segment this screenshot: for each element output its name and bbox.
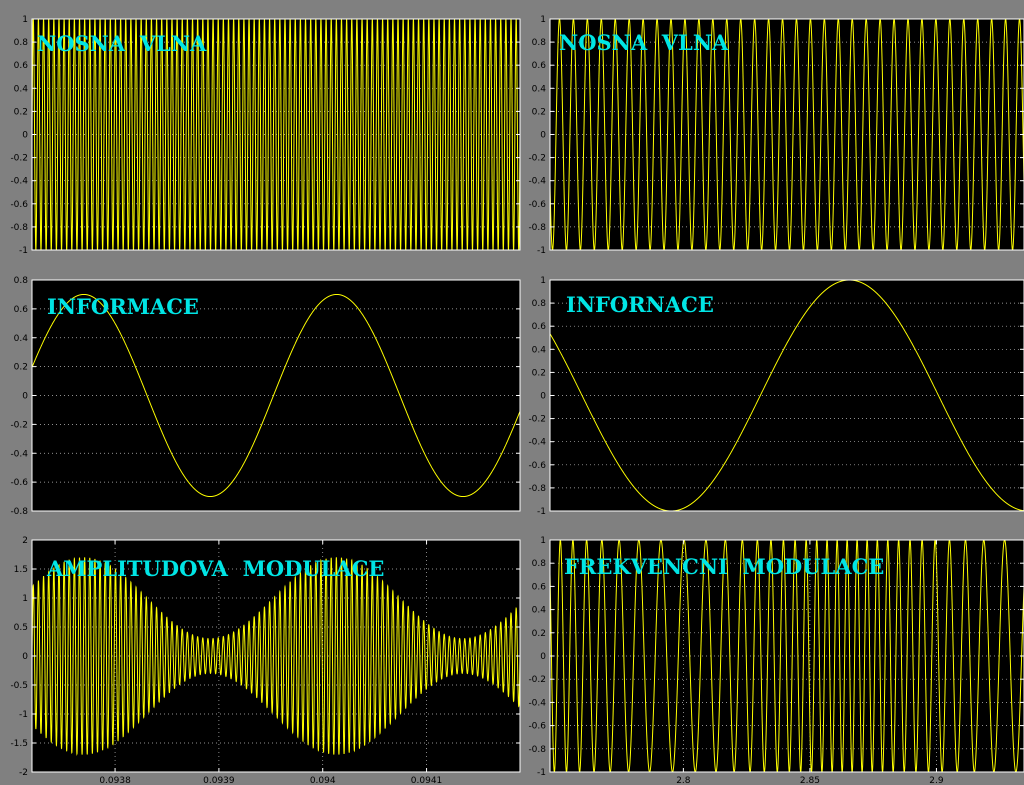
y-tick-label: -1: [537, 507, 546, 517]
x-tick-label: 2.9: [929, 776, 944, 785]
x-tick-label: 0.0941: [411, 776, 443, 785]
y-tick-label: 0: [22, 131, 28, 141]
y-tick-label: -0.8: [10, 223, 28, 233]
x-tick-label: 2.8: [676, 776, 691, 785]
y-tick-label: 0.6: [14, 61, 29, 71]
y-tick-label: 1: [540, 15, 546, 25]
y-tick-label: 0.8: [532, 299, 547, 309]
y-tick-label: 0: [22, 652, 28, 662]
x-tick-label: 2.85: [800, 776, 820, 785]
y-tick-label: -1: [537, 246, 546, 256]
y-tick-label: -0.4: [10, 449, 28, 459]
y-tick-label: 0.6: [532, 61, 547, 71]
x-tick-label: 0.0939: [203, 776, 235, 785]
y-tick-label: 1.5: [14, 565, 28, 575]
y-tick-label: 2: [22, 536, 28, 546]
y-tick-label: -0.2: [528, 415, 546, 425]
plot-title: FREKVENCNI MODULACE: [564, 554, 884, 579]
y-tick-label: 0.8: [14, 38, 29, 48]
y-tick-label: 0: [540, 131, 546, 141]
x-tick-label: 0.094: [310, 776, 336, 785]
y-tick-label: 0: [540, 652, 546, 662]
y-tick-label: -0.5: [10, 681, 28, 691]
y-tick-label: 0.2: [14, 363, 28, 373]
y-tick-label: -0.4: [10, 177, 28, 187]
plot-title: INFORMACE: [47, 294, 199, 319]
plot-amplitude-modulation: -2 -1.5 -1 -0.5 0 0.5 1 1.5 2 0.0938 0.0939 0.094 0.…: [10, 536, 521, 785]
y-tick-label: 0.5: [14, 623, 28, 633]
y-tick-label: 1: [22, 594, 28, 604]
y-tick-label: -1: [537, 768, 546, 778]
y-tick-label: 0.4: [532, 345, 547, 355]
x-tick-label: 0.0938: [99, 776, 131, 785]
plot-information-left: -0.8 -0.6 -0.4 -0.2 0 0.2 0.4 0.6 0.8 INFORMACE: [10, 276, 521, 517]
y-tick-label: 0.4: [532, 84, 547, 94]
y-tick-label: 0.8: [532, 38, 547, 48]
plot-carrier-right: -1 -0.8 -0.6 -0.4 -0.2 0 0.2 0.4 0.6 0.8 1 NOSNA VL…: [528, 15, 1024, 256]
y-tick-label: 0.2: [532, 629, 546, 639]
plot-title: NOSNA VLNA: [559, 30, 729, 55]
y-tick-label: 1: [540, 276, 546, 286]
y-tick-label: 0.6: [532, 582, 547, 592]
y-tick-label: -0.4: [528, 698, 546, 708]
plot-title: AMPLITUDOVA MODULACE: [46, 556, 384, 581]
y-tick-label: 0.2: [532, 107, 546, 117]
y-tick-label: -0.6: [528, 461, 546, 471]
y-tick-label: -0.2: [10, 420, 28, 430]
plot-title: NOSNA VLNA: [37, 31, 207, 56]
y-tick-label: 0.8: [532, 559, 547, 569]
y-tick-label: 1: [22, 15, 28, 25]
y-tick-label: -0.2: [528, 675, 546, 685]
y-tick-label: 0.4: [14, 84, 29, 94]
y-tick-label: -0.2: [10, 154, 28, 164]
y-tick-label: -1: [19, 246, 28, 256]
y-tick-label: -0.6: [528, 200, 546, 210]
y-tick-label: -0.4: [528, 438, 546, 448]
y-tick-label: -0.4: [528, 177, 546, 187]
y-tick-label: -0.6: [10, 200, 28, 210]
y-tick-label: -1: [19, 710, 28, 720]
y-tick-label: 0.8: [14, 276, 29, 286]
y-tick-label: 0: [22, 392, 28, 402]
plot-title: INFORNACE: [566, 292, 714, 317]
y-tick-label: 0.4: [14, 334, 29, 344]
y-tick-label: -1.5: [10, 739, 28, 749]
plot-frequency-modulation: -1 -0.8 -0.6 -0.4 -0.2 0 0.2 0.4 0.6 0.8 1 2.8 2.85 2…: [528, 536, 1024, 785]
plot-carrier-left: -1 -0.8 -0.6 -0.4 -0.2 0 0.2 0.4 0.6 0.8 1 NOSNA VL…: [10, 15, 521, 256]
y-tick-label: 0.6: [532, 322, 547, 332]
plot-information-right: -1 -0.8 -0.6 -0.4 -0.2 0 0.2 0.4 0.6 0.8 1 INFORNAC…: [528, 276, 1024, 517]
figure: -1 -0.8 -0.6 -0.4 -0.2 0 0.2 0.4 0.6 0.8 1 NOSNA VL…: [10, 15, 1024, 785]
y-tick-label: -0.8: [528, 745, 546, 755]
y-tick-label: 0.2: [532, 368, 546, 378]
y-tick-label: -0.6: [528, 722, 546, 732]
y-tick-label: 0.2: [14, 107, 28, 117]
y-tick-label: -0.8: [528, 484, 546, 494]
y-tick-label: 0.4: [532, 606, 547, 616]
y-tick-label: 1: [540, 536, 546, 546]
y-tick-label: -0.2: [528, 154, 546, 164]
y-tick-label: -0.6: [10, 478, 28, 488]
y-tick-label: -0.8: [10, 507, 28, 517]
y-tick-label: -2: [19, 768, 28, 778]
y-tick-label: 0: [540, 392, 546, 402]
y-tick-label: 0.6: [14, 305, 29, 315]
y-tick-label: -0.8: [528, 223, 546, 233]
